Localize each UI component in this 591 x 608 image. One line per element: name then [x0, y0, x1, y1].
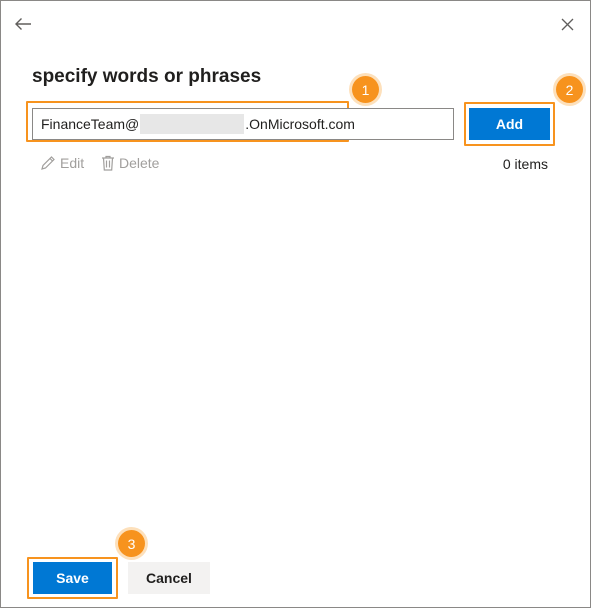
flyout-panel: specify words or phrases FinanceTeam@ .On… [0, 0, 591, 608]
callout-badge-2: 2 [556, 76, 583, 103]
edit-label: Edit [60, 155, 85, 171]
pencil-icon [41, 156, 55, 170]
add-button[interactable]: Add [469, 108, 550, 140]
item-count: 0 items [502, 156, 548, 172]
edit-button[interactable]: Edit [40, 154, 84, 172]
delete-button[interactable]: Delete [101, 154, 159, 172]
redacted-domain [140, 114, 245, 134]
words-input[interactable]: FinanceTeam@ .OnMicrosoft.com [32, 108, 454, 140]
trash-icon [102, 155, 114, 171]
close-icon [561, 18, 573, 30]
close-button[interactable] [555, 12, 579, 36]
panel-title: specify words or phrases [32, 66, 262, 87]
input-value-prefix: FinanceTeam@ [41, 116, 140, 132]
arrow-left-icon [15, 18, 31, 30]
input-value-suffix: .OnMicrosoft.com [245, 116, 355, 132]
callout-badge-3: 3 [118, 530, 145, 557]
delete-label: Delete [119, 155, 160, 171]
cancel-button[interactable]: Cancel [128, 562, 210, 594]
callout-badge-1: 1 [352, 76, 379, 103]
save-button[interactable]: Save [33, 562, 112, 594]
back-button[interactable] [11, 12, 35, 36]
